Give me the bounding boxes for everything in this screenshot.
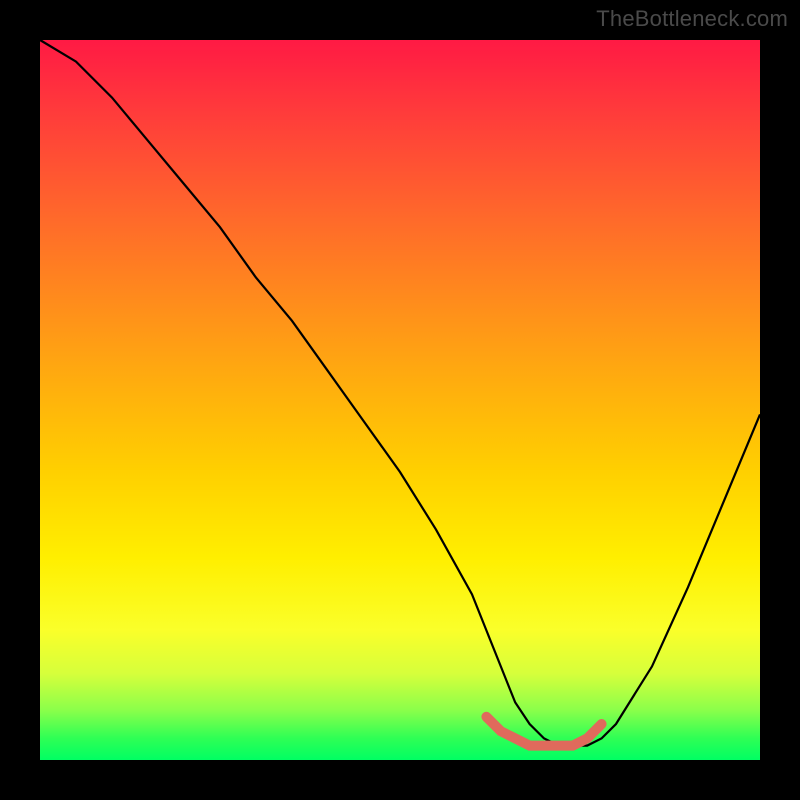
optimal-range-highlight	[486, 717, 601, 746]
plot-area	[40, 40, 760, 760]
watermark-text: TheBottleneck.com	[596, 6, 788, 32]
bottleneck-curve	[40, 40, 760, 746]
chart-svg	[40, 40, 760, 760]
chart-frame: TheBottleneck.com	[0, 0, 800, 800]
